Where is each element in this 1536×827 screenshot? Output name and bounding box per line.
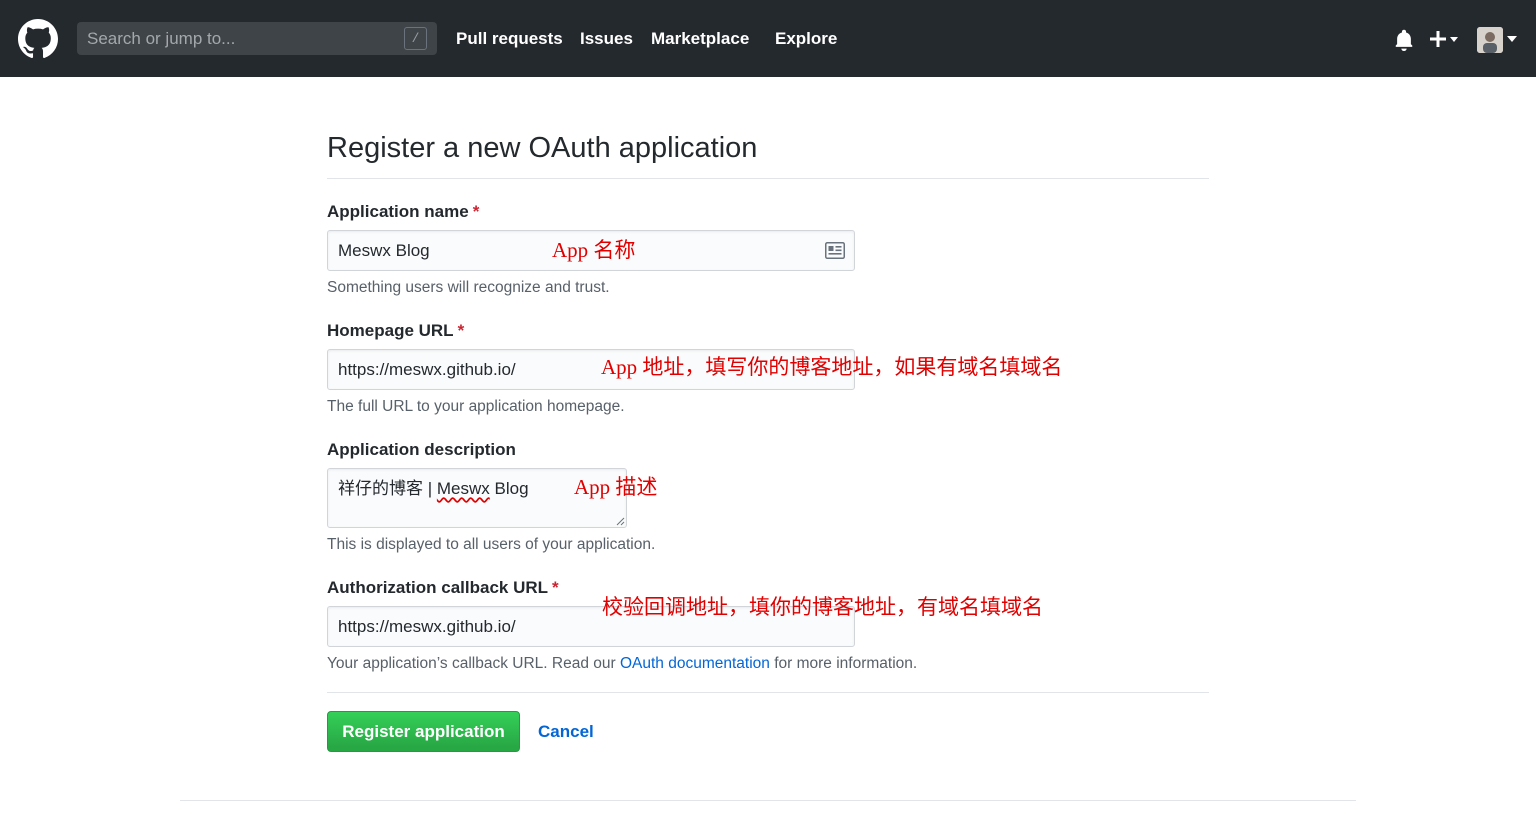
callback-note: Your application’s callback URL. Read ou…: [327, 655, 918, 672]
search-input[interactable]: [77, 22, 397, 55]
contact-card-icon[interactable]: [825, 242, 845, 259]
cancel-link[interactable]: Cancel: [538, 722, 594, 742]
nav-issues[interactable]: Issues: [580, 29, 633, 49]
user-menu-button[interactable]: [1477, 27, 1519, 53]
new-menu-button[interactable]: [1429, 28, 1463, 50]
global-header: / Pull requests Issues Marketplace Explo…: [0, 0, 1536, 77]
oauth-docs-link[interactable]: OAuth documentation: [620, 655, 770, 672]
required-mark: *: [457, 321, 465, 340]
homepage-label: Homepage URL *: [327, 321, 465, 340]
resize-handle-icon[interactable]: [615, 516, 625, 526]
required-mark: *: [472, 202, 480, 221]
app-name-note: Something users will recognize and trust…: [327, 279, 610, 296]
annotation-callback: 校验回调地址，填你的博客地址，有域名填域名: [602, 595, 1043, 619]
github-logo-icon[interactable]: [18, 19, 58, 59]
caret-down-icon: [1507, 36, 1517, 42]
plus-icon: [1430, 31, 1458, 47]
callback-value: https://meswx.github.io/: [338, 617, 516, 636]
nav-pull-requests[interactable]: Pull requests: [456, 29, 563, 49]
page-title: Register a new OAuth application: [327, 132, 758, 164]
app-name-value: Meswx Blog: [338, 241, 430, 260]
form-divider: [327, 692, 1209, 693]
annotation-description: App 描述: [574, 475, 658, 499]
register-application-button[interactable]: Register application: [327, 711, 520, 752]
description-note: This is displayed to all users of your a…: [327, 536, 656, 553]
bell-icon[interactable]: [1393, 29, 1415, 51]
callback-label: Authorization callback URL *: [327, 578, 559, 597]
misspelled-word: Meswx: [436, 479, 490, 498]
footer-divider: [180, 800, 1356, 801]
description-label: Application description: [327, 440, 516, 459]
description-value: 祥仔的博客 | Meswx Blog: [338, 479, 529, 498]
annotation-app-name: App 名称: [552, 238, 636, 262]
homepage-value: https://meswx.github.io/: [338, 360, 516, 379]
title-divider: [327, 178, 1209, 179]
annotation-homepage: App 地址，填写你的博客地址，如果有域名填域名: [601, 355, 1063, 379]
app-name-label: Application name *: [327, 202, 480, 221]
caret-down-icon: [1450, 37, 1458, 42]
required-mark: *: [552, 578, 559, 597]
nav-explore[interactable]: Explore: [775, 29, 837, 49]
search-box[interactable]: [77, 22, 437, 55]
avatar: [1477, 27, 1503, 53]
search-shortcut-hint: /: [404, 27, 427, 50]
homepage-note: The full URL to your application homepag…: [327, 398, 625, 415]
nav-marketplace[interactable]: Marketplace: [651, 29, 749, 49]
